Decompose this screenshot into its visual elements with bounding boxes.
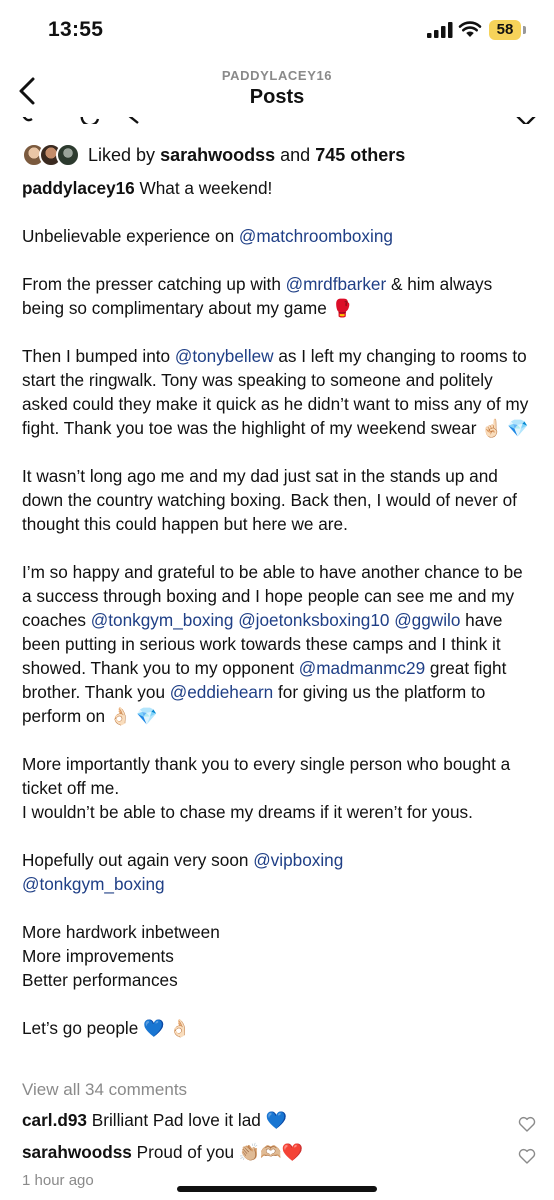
comment-icon[interactable] bbox=[80, 114, 100, 124]
likes-text: Liked by sarahwoodss and 745 others bbox=[88, 145, 405, 166]
post-action-bar bbox=[0, 114, 554, 124]
likes-row[interactable]: Liked by sarahwoodss and 745 others bbox=[22, 142, 405, 168]
caption-paragraph: I’m so happy and grateful to be able to … bbox=[22, 560, 534, 728]
caption-text: What a weekend! bbox=[134, 178, 273, 198]
mention-link[interactable]: @tonkgym_boxing bbox=[91, 610, 234, 630]
battery-icon: 58 bbox=[489, 20, 521, 40]
liker-avatars bbox=[22, 143, 80, 167]
caption-text: More hardwork inbetween bbox=[22, 922, 220, 942]
post-timestamp: 1 hour ago bbox=[22, 1172, 94, 1189]
comment-like-heart-icon[interactable] bbox=[518, 1148, 536, 1164]
mention-link[interactable]: @vipboxing bbox=[253, 850, 343, 870]
page-title: Posts bbox=[249, 86, 305, 108]
likes-user[interactable]: sarahwoodss bbox=[160, 145, 275, 165]
caption-text: Let’s go people 💙 👌🏻 bbox=[22, 1018, 191, 1038]
action-icons-cropped bbox=[21, 114, 537, 124]
caption-paragraph: Unbelievable experience on @matchroombox… bbox=[22, 224, 534, 248]
view-all-comments-link[interactable]: View all 34 comments bbox=[22, 1080, 187, 1100]
save-icon[interactable] bbox=[515, 114, 537, 124]
caption-paragraph: More importantly thank you to every sing… bbox=[22, 752, 534, 824]
comment-username[interactable]: sarahwoodss bbox=[22, 1142, 132, 1162]
likes-joiner: and bbox=[280, 144, 311, 165]
mention-link[interactable]: @tonkgym_boxing bbox=[22, 874, 165, 894]
caption-text: More improvements bbox=[22, 946, 174, 966]
mention-link[interactable]: @ggwilo bbox=[394, 610, 460, 630]
caption-paragraph: Let’s go people 💙 👌🏻 bbox=[22, 1016, 534, 1040]
post-caption: paddylacey16 What a weekend! Unbelievable… bbox=[22, 176, 534, 1040]
cellular-signal-icon bbox=[427, 22, 453, 38]
caption-paragraph: More hardwork inbetween More improvements… bbox=[22, 920, 534, 992]
mention-link[interactable]: @madmanmc29 bbox=[299, 658, 425, 678]
comment-text: Proud of you 👏🏼🫶🏼❤️ bbox=[136, 1142, 304, 1162]
battery-nub bbox=[523, 26, 526, 34]
battery-level: 58 bbox=[496, 21, 514, 38]
comment-like-heart-icon[interactable] bbox=[518, 1116, 536, 1132]
likes-count[interactable]: 745 others bbox=[315, 145, 405, 165]
caption-text: Unbelievable experience on bbox=[22, 226, 239, 246]
wifi-icon bbox=[458, 21, 482, 37]
caption-text: More importantly thank you to every sing… bbox=[22, 754, 511, 798]
heart-icon[interactable] bbox=[21, 114, 33, 122]
comment-text: Brilliant Pad love it lad 💙 bbox=[91, 1110, 288, 1130]
likes-prefix: Liked by bbox=[88, 144, 156, 165]
header-username: PADDYLACEY16 bbox=[221, 68, 333, 83]
caption-text: From the presser catching up with bbox=[22, 274, 286, 294]
mention-link[interactable]: @tonybellew bbox=[175, 346, 274, 366]
caption-username[interactable]: paddylacey16 bbox=[22, 178, 135, 198]
caption-paragraph: Hopefully out again very soon @vipboxing… bbox=[22, 848, 534, 896]
mention-link[interactable]: @matchroomboxing bbox=[239, 226, 393, 246]
mention-link[interactable]: @joetonksboxing10 bbox=[238, 610, 389, 630]
caption-paragraph: From the presser catching up with @mrdfb… bbox=[22, 272, 534, 320]
caption-text: It wasn’t long ago me and my dad just sa… bbox=[22, 466, 517, 534]
avatar bbox=[56, 143, 80, 167]
caption-paragraph: It wasn’t long ago me and my dad just sa… bbox=[22, 464, 534, 536]
comment-username[interactable]: carl.d93 bbox=[22, 1110, 87, 1130]
mention-link[interactable]: @eddiehearn bbox=[170, 682, 273, 702]
caption-text: Then I bumped into bbox=[22, 346, 175, 366]
nav-header: PADDYLACEY16 Posts bbox=[0, 60, 554, 120]
status-time: 13:55 bbox=[48, 18, 104, 41]
status-bar: 13:55 58 bbox=[0, 0, 554, 60]
comment-item: sarahwoodss Proud of you 👏🏼🫶🏼❤️ bbox=[22, 1142, 303, 1163]
mention-link[interactable]: @mrdfbarker bbox=[286, 274, 387, 294]
home-indicator[interactable] bbox=[177, 1186, 377, 1192]
caption-paragraph: paddylacey16 What a weekend! bbox=[22, 176, 534, 200]
caption-text: Better performances bbox=[22, 970, 178, 990]
share-icon[interactable] bbox=[127, 114, 139, 124]
caption-text: I wouldn’t be able to chase my dreams if… bbox=[22, 802, 473, 822]
caption-paragraph: Then I bumped into @tonybellew as I left… bbox=[22, 344, 534, 440]
caption-text: Hopefully out again very soon bbox=[22, 850, 254, 870]
comment-item: carl.d93 Brilliant Pad love it lad 💙 bbox=[22, 1110, 287, 1131]
